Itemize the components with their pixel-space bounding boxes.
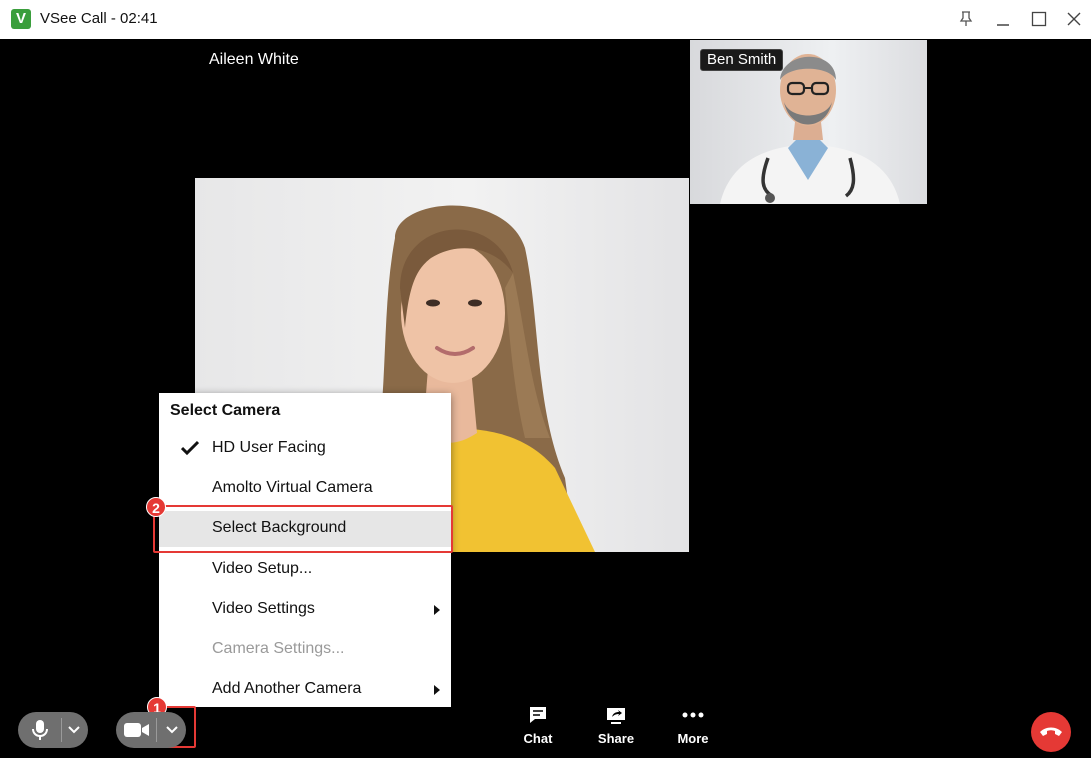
- pin-icon[interactable]: [953, 6, 979, 32]
- chat-label: Chat: [523, 731, 553, 746]
- main-participant-name: Aileen White: [209, 51, 299, 68]
- menu-item-video-settings[interactable]: Video Settings: [159, 592, 451, 628]
- microphone-control: [18, 712, 88, 748]
- menu-item-label: Amolto Virtual Camera: [212, 479, 373, 496]
- control-separator: [61, 718, 62, 742]
- more-button[interactable]: More: [663, 706, 723, 750]
- menu-item-label: Video Setup...: [212, 560, 313, 577]
- menu-item-label: Add Another Camera: [212, 680, 362, 697]
- menu-item-add-another-camera[interactable]: Add Another Camera: [159, 672, 451, 708]
- menu-item-label: HD User Facing: [212, 439, 326, 456]
- menu-item-video-setup[interactable]: Video Setup...: [159, 552, 451, 588]
- menu-header: Select Camera: [170, 402, 281, 419]
- phone-hangup-icon: [1040, 727, 1062, 736]
- window-title: VSee Call - 02:41: [40, 10, 158, 27]
- control-separator: [156, 718, 157, 742]
- close-button[interactable]: [1061, 6, 1087, 32]
- menu-item-label: Camera Settings...: [212, 640, 345, 657]
- maximize-button[interactable]: [1026, 6, 1052, 32]
- checkmark-icon: [181, 440, 199, 456]
- hang-up-button[interactable]: [1031, 712, 1071, 752]
- menu-item-label: Video Settings: [212, 600, 315, 617]
- share-label: Share: [597, 731, 635, 746]
- menu-item-camera-settings: Camera Settings...: [159, 632, 451, 668]
- submenu-arrow-icon: [434, 685, 440, 695]
- minimize-button[interactable]: [990, 6, 1016, 32]
- camera-dropdown-chevron-icon[interactable]: [166, 725, 178, 735]
- chat-button[interactable]: Chat: [508, 706, 568, 750]
- more-label: More: [677, 731, 709, 746]
- camera-control: [116, 712, 186, 748]
- thumbnail-participant-name: Ben Smith: [700, 49, 784, 71]
- microphone-icon[interactable]: [31, 719, 49, 741]
- step-badge-2: 2: [146, 497, 166, 517]
- microphone-dropdown-chevron-icon[interactable]: [68, 725, 80, 735]
- share-screen-icon: [607, 708, 625, 724]
- menu-item-amolto-virtual-camera[interactable]: Amolto Virtual Camera: [159, 471, 451, 507]
- vsee-logo: V: [11, 9, 31, 29]
- highlight-select-background: [153, 505, 453, 553]
- share-button[interactable]: Share: [586, 706, 646, 750]
- camera-icon[interactable]: [124, 722, 150, 738]
- more-dots-icon: [682, 712, 704, 718]
- title-bar: V VSee Call - 02:41: [0, 0, 1091, 39]
- menu-item-hd-user-facing[interactable]: HD User Facing: [159, 431, 451, 467]
- chat-icon: [530, 707, 546, 723]
- submenu-arrow-icon: [434, 605, 440, 615]
